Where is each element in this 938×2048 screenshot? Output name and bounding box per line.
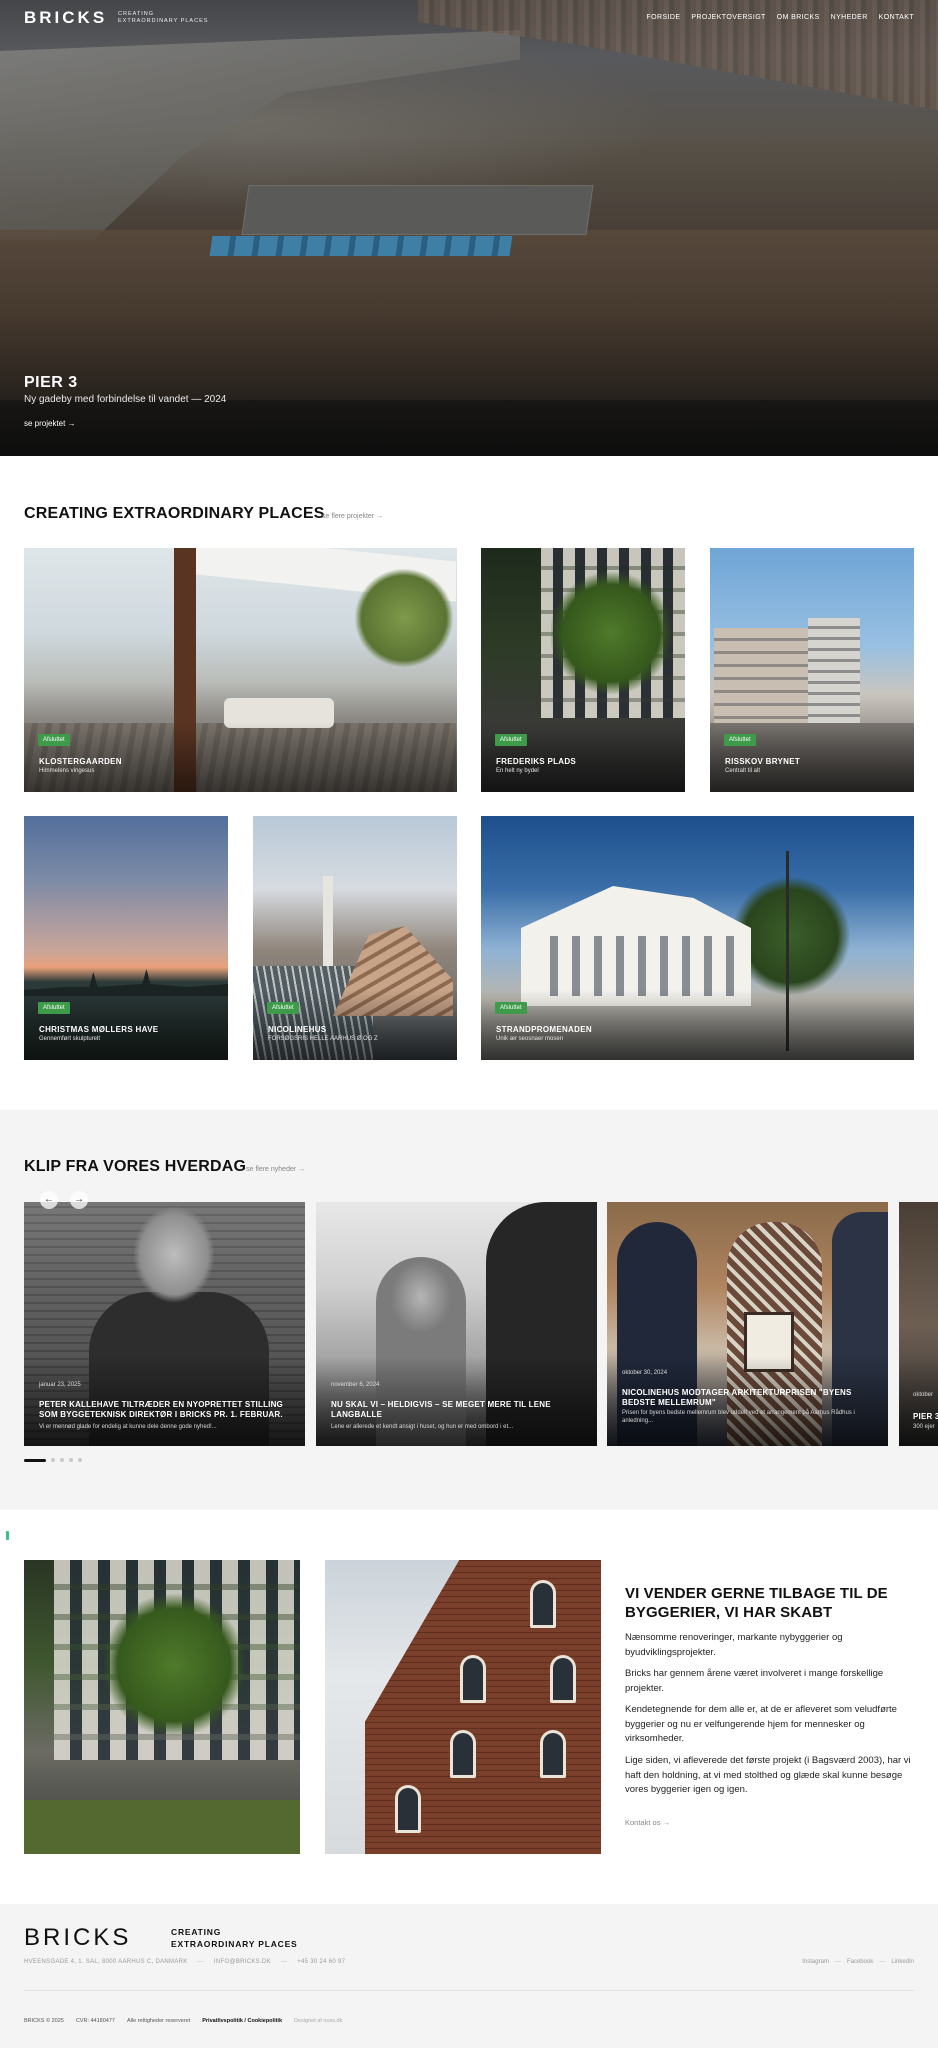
side-indicator <box>6 1531 9 1540</box>
more-projects-link[interactable]: se flere projekter → <box>322 513 383 520</box>
status-badge: Afsluttet <box>267 1002 299 1014</box>
more-news-link[interactable]: se flere nyheder → <box>246 1166 305 1173</box>
footer-legal: BRICKS © 2025 CVR: 44180477 Alle rettigh… <box>24 2018 342 2024</box>
top-navigation: BRICKS CREATING EXTRAORDINARY PLACES FOR… <box>0 0 938 38</box>
news-card[interactable]: januar 23, 2025 PETER KALLEHAVE TILTRÆDE… <box>24 1202 305 1446</box>
main-menu: FORSIDE PROJEKTOVERSIGT OM BRICKS NYHEDE… <box>646 14 914 21</box>
news-card[interactable]: oktober 30, 2024 NICOLINEHUS MODTAGER AR… <box>607 1202 888 1446</box>
about-paragraph: Nænsomme renoveringer, markante nybygger… <box>625 1632 843 1658</box>
news-date: oktober 30, 2024 <box>622 1370 668 1376</box>
news-heading: KLIP FRA VORES HVERDAG <box>24 1158 247 1175</box>
projects-heading: CREATING EXTRAORDINARY PLACES <box>24 505 325 522</box>
project-card-strandpromenaden[interactable]: Afsluttet STRANDPROMENADEN Unik ær seosn… <box>481 816 914 1060</box>
status-badge: Afsluttet <box>495 734 527 746</box>
project-description: Centralt til alt <box>725 768 761 774</box>
project-description: En helt ny bydel <box>496 768 539 774</box>
site-footer: BRICKS CREATING EXTRAORDINARY PLACES HVE… <box>0 1904 938 2048</box>
project-name: KLOSTERGAARDEN <box>39 757 122 766</box>
project-name: STRANDPROMENADEN <box>496 1025 592 1034</box>
project-description: Unik ær seosnaer mosen <box>496 1036 564 1042</box>
carousel-prev-button[interactable]: ← <box>40 1191 58 1209</box>
footer-tagline: CREATING EXTRAORDINARY PLACES <box>171 1927 298 1949</box>
nav-forside[interactable]: FORSIDE <box>646 14 680 21</box>
nav-projektoversigt[interactable]: PROJEKTOVERSIGT <box>691 14 765 21</box>
footer-copyright: BRICKS © 2025 <box>24 2018 64 2024</box>
pagination-dot-active[interactable] <box>24 1458 46 1462</box>
nav-nyheder[interactable]: NYHEDER <box>831 14 868 21</box>
hero-project-link[interactable]: se projektet → <box>24 419 76 428</box>
status-badge: Afsluttet <box>495 1002 527 1014</box>
project-card-frederiks-plads[interactable]: Afsluttet FREDERIKS PLADS En helt ny byd… <box>481 548 685 792</box>
hero-title: PIER 3 <box>24 374 78 391</box>
footer-email[interactable]: INFO@BRICKS.DK <box>214 1959 271 1965</box>
designer-credit-link[interactable]: Designet af nuxs.dk <box>294 2018 342 2024</box>
footer-phone[interactable]: +45 30 24 60 97 <box>297 1959 345 1965</box>
about-paragraph: Kendetegnende for dem alle er, at de er … <box>625 1704 897 1744</box>
status-badge: Afsluttet <box>38 1002 70 1014</box>
project-card-christmas-mollers-have[interactable]: Afsluttet CHRISTMAS MØLLERS HAVE Gennemf… <box>24 816 228 1060</box>
about-image-right <box>325 1560 601 1854</box>
hero-warehouse <box>241 185 594 235</box>
news-card[interactable]: oktober PIER 3 300 ejer <box>899 1202 938 1446</box>
nav-kontakt[interactable]: KONTAKT <box>879 14 914 21</box>
footer-cvr: CVR: 44180477 <box>75 2018 115 2024</box>
project-card-nicolinehus[interactable]: Afsluttet NICOLINEHUS FORSØGSRIS HELLE A… <box>253 816 457 1060</box>
linkedin-link[interactable]: LinkedIn <box>891 1959 914 1965</box>
facebook-link[interactable]: Facebook <box>847 1959 873 1965</box>
footer-social: Instagram — Facebook — LinkedIn <box>802 1959 914 1965</box>
project-description: FORSØGSRIS HELLE AARHUS Ø OG Z <box>268 1036 378 1042</box>
carousel-next-button[interactable]: → <box>70 1191 88 1209</box>
project-description: Himmelens vingesus <box>39 768 95 774</box>
nav-om-bricks[interactable]: OM BRICKS <box>777 14 820 21</box>
pagination-dot[interactable] <box>51 1458 55 1462</box>
news-date: januar 23, 2025 <box>39 1382 81 1388</box>
pagination-dot[interactable] <box>60 1458 64 1462</box>
footer-divider <box>24 1990 914 1991</box>
news-headline: NU SKAL VI – HELDIGVIS – SE MEGET MERE T… <box>331 1400 551 1419</box>
footer-rights: Alle rettigheder reserveret <box>126 2018 191 2024</box>
project-name: CHRISTMAS MØLLERS HAVE <box>39 1025 159 1034</box>
news-excerpt: Vi er mennød glade for endelig at kunne … <box>39 1424 217 1430</box>
news-date: oktober <box>913 1392 934 1398</box>
project-card-risskov-brynet[interactable]: Afsluttet RISSKOV BRYNET Centralt til al… <box>710 548 914 792</box>
pagination-dot[interactable] <box>78 1458 82 1462</box>
project-card-klostergaarden[interactable]: Afsluttet KLOSTERGAARDEN Himmelens vinge… <box>24 548 457 792</box>
site-tagline: CREATING EXTRAORDINARY PLACES <box>118 11 209 24</box>
contact-us-link[interactable]: Kontakt os → <box>625 1818 670 1827</box>
news-headline: PIER 3 <box>913 1412 938 1421</box>
news-card[interactable]: november 6, 2024 NU SKAL VI – HELDIGVIS … <box>316 1202 597 1446</box>
about-image-left <box>24 1560 300 1854</box>
status-badge: Afsluttet <box>38 734 70 746</box>
news-excerpt: Prisen for byens bedste mellemrum blev u… <box>622 1410 855 1424</box>
news-excerpt: 300 ejer <box>913 1424 935 1430</box>
news-date: november 6, 2024 <box>331 1382 380 1388</box>
hero-banner[interactable]: BRICKS CREATING EXTRAORDINARY PLACES FOR… <box>0 0 938 456</box>
news-headline: NICOLINEHUS MODTAGER ARKITEKTURPRISEN "B… <box>622 1388 852 1407</box>
project-name: NICOLINEHUS <box>268 1025 327 1034</box>
site-logo[interactable]: BRICKS <box>24 8 107 28</box>
status-badge: Afsluttet <box>724 734 756 746</box>
news-headline: PETER KALLEHAVE TILTRÆDER EN NYOPRETTET … <box>39 1400 283 1419</box>
instagram-link[interactable]: Instagram <box>802 1959 829 1965</box>
project-description: Gennemført skulpturelt <box>39 1036 101 1042</box>
footer-contact: HVEENSGADE 4, 1. SAL, 8000 AARHUS C, DAN… <box>24 1959 346 1965</box>
about-paragraph: Bricks har gennem årene været involveret… <box>625 1668 884 1694</box>
hero-subtitle: Ny gadeby med forbindelse til vandet — 2… <box>24 394 227 405</box>
news-excerpt: Lene er allerede et kendt ansigt i huset… <box>331 1424 514 1430</box>
project-name: RISSKOV BRYNET <box>725 757 801 766</box>
about-paragraph: Lige siden, vi afleverede det første pro… <box>625 1755 911 1795</box>
footer-logo[interactable]: BRICKS <box>24 1924 131 1952</box>
pagination-dot[interactable] <box>69 1458 73 1462</box>
carousel-pagination <box>24 1458 82 1462</box>
about-heading: VI VENDER GERNE TILBAGE TIL DE BYGGERIER… <box>625 1585 888 1621</box>
project-name: FREDERIKS PLADS <box>496 757 577 766</box>
privacy-policy-link[interactable]: Privatlivspolitik / Cookiepolitik <box>202 2018 282 2024</box>
footer-address: HVEENSGADE 4, 1. SAL, 8000 AARHUS C, DAN… <box>24 1959 188 1965</box>
